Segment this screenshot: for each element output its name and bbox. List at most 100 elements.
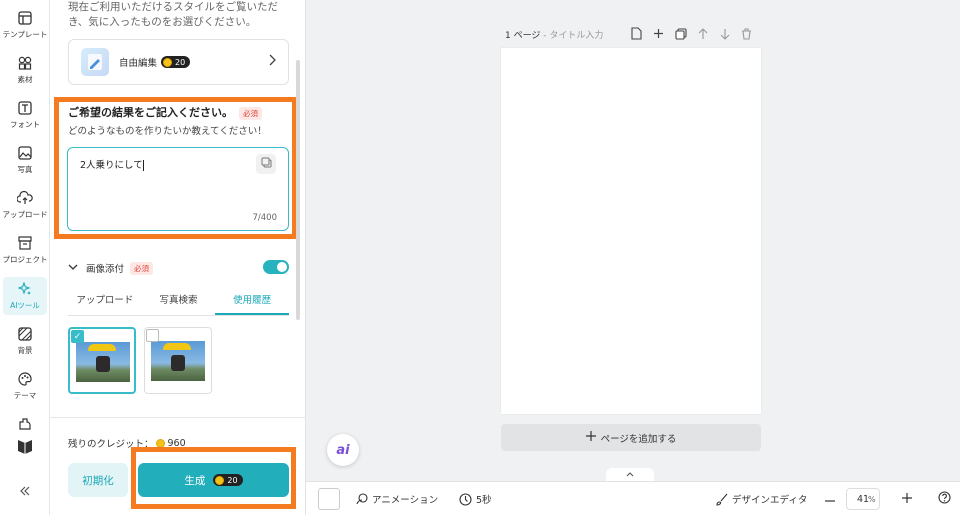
rail-item-background[interactable]: 背景	[0, 326, 50, 356]
background-icon	[17, 326, 33, 342]
coin-icon	[215, 475, 225, 485]
ai-assistant-button[interactable]: ai	[327, 434, 359, 466]
book-icon	[17, 438, 33, 454]
rail-label: 背景	[17, 346, 33, 355]
duration-button[interactable]: 5秒	[458, 482, 492, 515]
image-source-tabs: アップロード 写真検索 使用履歴	[68, 290, 290, 316]
plus-icon	[902, 492, 912, 506]
rail-item-brand[interactable]	[0, 438, 50, 454]
rail-item-font[interactable]: フォント	[0, 100, 50, 130]
elements-icon	[17, 55, 33, 71]
plugin-icon	[17, 416, 33, 432]
copy-icon	[261, 157, 272, 171]
upload-icon	[17, 190, 33, 206]
panel-intro: 現在ご利用いただけるスタイルをご覧いただき、気に入ったものをお選びください。	[68, 1, 278, 28]
minus-icon	[825, 494, 835, 505]
zoom-in-button[interactable]	[902, 482, 912, 515]
copy-button[interactable]	[256, 154, 276, 174]
background-color-swatch[interactable]	[318, 482, 340, 515]
coin-icon	[163, 57, 173, 67]
zoom-field[interactable]: 41 %	[846, 482, 880, 515]
rail-item-template[interactable]: テンプレート	[0, 10, 50, 40]
result-subtitle: どのようなものを作りたいか教えてください！	[68, 126, 267, 137]
trash-icon[interactable]	[740, 27, 753, 40]
free-edit-label: 自由編集	[119, 58, 158, 69]
arrow-down-icon[interactable]	[718, 27, 731, 40]
new-page-icon[interactable]	[630, 27, 643, 40]
page-tools	[630, 27, 753, 40]
arrow-up-icon[interactable]	[696, 27, 709, 40]
rail-label: 写真	[17, 165, 33, 174]
double-chevron-left-icon	[17, 483, 33, 499]
help-button[interactable]	[938, 482, 951, 515]
rail-collapse[interactable]	[0, 483, 50, 499]
tab-history[interactable]: 使用履歴	[215, 290, 290, 315]
tool-rail: テンプレート 素材 フォント 写真 アップロード プロジェクト AIツール 背景…	[0, 0, 50, 515]
help-icon	[938, 491, 951, 507]
panel-divider	[50, 417, 306, 418]
rail-item-ai-tool[interactable]: AIツール	[3, 277, 47, 315]
rail-label: フォント	[10, 120, 40, 129]
plus-icon	[585, 431, 596, 444]
rail-label: アップロード	[2, 210, 48, 219]
panel-scrollbar[interactable]	[296, 60, 300, 320]
history-image-2[interactable]	[144, 327, 212, 394]
rail-label: AIツール	[10, 301, 40, 310]
bottom-toolbar: アニメーション 5秒 デザインエディタ 41 %	[306, 481, 960, 515]
template-icon	[17, 10, 33, 26]
rail-item-photo[interactable]: 写真	[0, 145, 50, 175]
image-attach-toggle[interactable]	[263, 260, 289, 274]
zoom-unit: %	[868, 494, 876, 504]
result-title: ご希望の結果をご記入ください。 必須	[68, 104, 262, 120]
zoom-out-button[interactable]	[825, 482, 835, 515]
tab-upload[interactable]: アップロード	[68, 290, 142, 315]
font-icon	[17, 100, 33, 116]
required-badge: 必須	[130, 261, 154, 275]
theme-icon	[17, 371, 33, 387]
add-icon[interactable]	[652, 27, 665, 40]
rail-label: 素材	[17, 75, 33, 84]
add-page-button[interactable]: ページを追加する	[501, 424, 761, 451]
page-title[interactable]: 1 ページ - タイトル入力	[505, 28, 603, 41]
rail-item-upload[interactable]: アップロード	[0, 190, 50, 220]
result-text: 2人乗りにして	[80, 160, 143, 171]
rail-item-theme[interactable]: テーマ	[0, 371, 50, 401]
required-badge: 必須	[239, 106, 262, 120]
text-caret	[142, 160, 144, 171]
rail-label: プロジェクト	[2, 255, 48, 264]
design-editor-button[interactable]: デザインエディタ	[714, 482, 807, 515]
free-edit-card[interactable]: 自由編集 20	[68, 39, 289, 85]
photo-icon	[17, 145, 33, 161]
paragliding-photo	[151, 341, 205, 381]
image-attach-toggle-row[interactable]: 画像添付 必須	[68, 261, 154, 275]
duplicate-icon[interactable]	[674, 27, 687, 40]
rail-label: テンプレート	[2, 30, 48, 39]
checkbox-checked-icon[interactable]: ✓	[71, 330, 84, 343]
image-attach-label: 画像添付	[86, 264, 125, 275]
paragliding-photo	[76, 342, 130, 382]
animation-icon	[354, 492, 368, 506]
char-counter: 7/400	[252, 213, 278, 223]
collapse-bottom-tab[interactable]	[606, 468, 654, 481]
rail-label: テーマ	[13, 391, 37, 400]
rail-item-plugin[interactable]	[0, 416, 50, 432]
cost-pill: 20	[161, 56, 191, 68]
clock-icon	[458, 492, 472, 506]
history-image-1[interactable]: ✓	[68, 327, 136, 394]
tab-photo-search[interactable]: 写真検索	[142, 290, 216, 315]
ai-tool-icon	[17, 281, 33, 297]
result-textarea[interactable]: 2人乗りにして 7/400	[67, 147, 289, 231]
rail-item-project[interactable]: プロジェクト	[0, 235, 50, 265]
project-icon	[17, 235, 33, 251]
generate-button[interactable]: 生成 20	[138, 463, 289, 497]
rail-item-elements[interactable]: 素材	[0, 55, 50, 85]
animation-button[interactable]: アニメーション	[354, 482, 438, 515]
free-edit-thumbnail	[81, 48, 109, 76]
design-page[interactable]	[501, 48, 761, 414]
brush-icon	[714, 492, 728, 506]
checkbox-unchecked-icon[interactable]	[146, 329, 159, 342]
cost-pill: 20	[213, 474, 243, 486]
reset-button[interactable]: 初期化	[68, 463, 128, 497]
chevron-right-icon	[268, 54, 276, 70]
chevron-down-icon	[68, 263, 78, 274]
